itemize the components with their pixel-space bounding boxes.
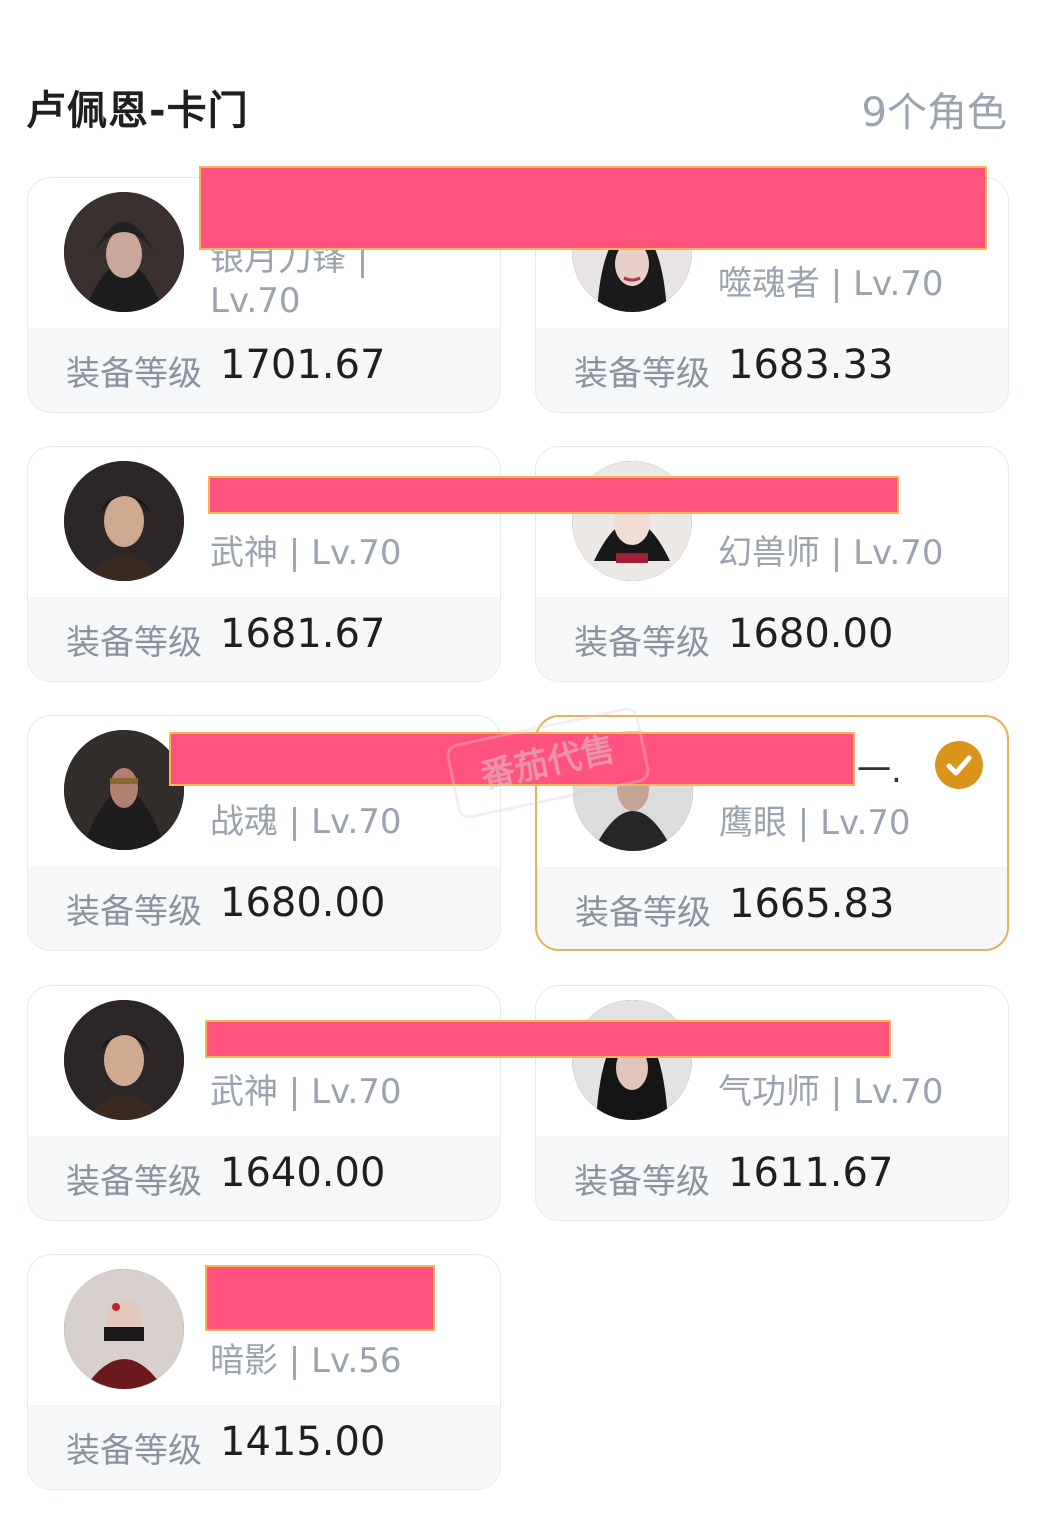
gear-level-value: 1680.00: [728, 611, 894, 657]
gear-level-value: 1683.33: [728, 342, 894, 388]
gear-level-label: 装备等级: [575, 893, 711, 933]
character-avatar: [64, 1000, 184, 1120]
redaction-block: [199, 166, 987, 250]
character-class-level: 战魂 | Lv.70: [210, 802, 402, 842]
gear-level-value: 1681.67: [220, 611, 386, 657]
character-avatar: [64, 461, 184, 581]
server-title: 卢佩恩-卡门: [26, 88, 249, 134]
gear-level-value: 1611.67: [728, 1150, 894, 1196]
gear-level-value: 1665.83: [729, 881, 895, 927]
character-class-level: 武神 | Lv.70: [210, 1072, 402, 1112]
gear-level-value: 1415.00: [220, 1419, 386, 1465]
gear-level-value: 1701.67: [220, 342, 386, 388]
gear-level-label: 装备等级: [66, 354, 202, 394]
redaction-block: [205, 1020, 891, 1058]
gear-level-value: 1680.00: [220, 880, 386, 926]
character-class-level: 气功师 | Lv.70: [718, 1072, 944, 1112]
character-avatar: [64, 192, 184, 312]
character-name: 一.: [857, 751, 902, 791]
server-header: 卢佩恩-卡门 9个角色: [0, 0, 1057, 150]
gear-level-label: 装备等级: [574, 1162, 710, 1202]
character-class-level: 银月刀锋 | Lv.70: [210, 239, 369, 321]
character-class-level: 噬魂者 | Lv.70: [718, 264, 944, 304]
gear-level-label: 装备等级: [66, 1162, 202, 1202]
role-count: 9个角色: [861, 90, 1007, 136]
gear-level-label: 装备等级: [574, 623, 710, 663]
redaction-block: [208, 476, 899, 514]
gear-level-label: 装备等级: [66, 892, 202, 932]
gear-level-label: 装备等级: [574, 354, 710, 394]
redaction-block: [205, 1265, 435, 1331]
character-class-level: 暗影 | Lv.56: [210, 1341, 402, 1381]
character-class-level: 武神 | Lv.70: [210, 533, 402, 573]
character-avatar: [64, 1269, 184, 1389]
gear-level-label: 装备等级: [66, 1431, 202, 1471]
gear-level-value: 1640.00: [220, 1150, 386, 1196]
gear-level-label: 装备等级: [66, 623, 202, 663]
character-class-level: 鹰眼 | Lv.70: [719, 803, 911, 843]
check-icon: [935, 741, 983, 789]
character-avatar: [572, 1000, 692, 1120]
character-class-level: 幻兽师 | Lv.70: [718, 533, 944, 573]
character-avatar: [64, 730, 184, 850]
